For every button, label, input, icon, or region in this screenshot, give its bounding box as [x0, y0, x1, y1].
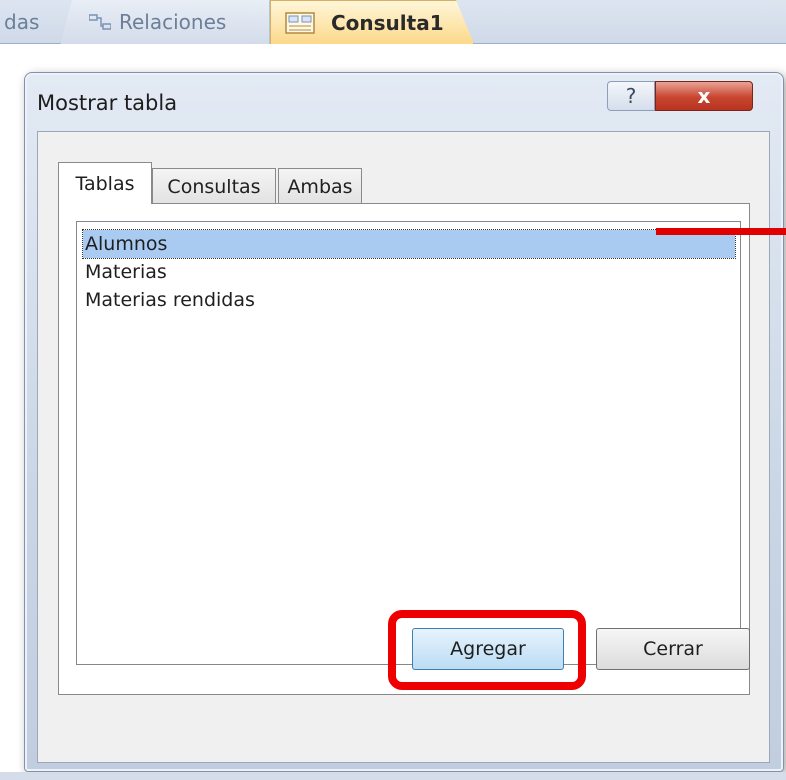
- relationships-icon: [89, 14, 111, 30]
- help-button[interactable]: ?: [607, 81, 655, 111]
- close-window-button[interactable]: x: [655, 81, 753, 111]
- tab-tablas[interactable]: Tablas: [58, 162, 152, 204]
- close-icon: x: [697, 84, 711, 108]
- tab-ambas-label: Ambas: [287, 175, 353, 198]
- doc-tab-relaciones-label: Relaciones: [119, 10, 227, 34]
- tab-ambas[interactable]: Ambas: [278, 168, 362, 204]
- doc-tab-relaciones[interactable]: Relaciones: [60, 0, 270, 44]
- tables-listbox[interactable]: Alumnos Materias Materias rendidas: [76, 221, 741, 665]
- doc-tab-consulta[interactable]: Consulta1: [270, 0, 474, 44]
- doc-tab-partial[interactable]: das: [4, 0, 60, 44]
- list-item-alumnos[interactable]: Alumnos: [82, 229, 736, 259]
- query-icon: [285, 11, 315, 35]
- window-bottom-edge: [0, 772, 786, 780]
- dialog-title: Mostrar tabla: [37, 91, 178, 115]
- tab-consultas-label: Consultas: [167, 175, 261, 198]
- cerrar-button[interactable]: Cerrar: [596, 628, 750, 670]
- list-item-materias-rendidas[interactable]: Materias rendidas: [83, 286, 735, 314]
- doc-tab-partial-label: das: [4, 10, 40, 34]
- help-icon: ?: [625, 84, 637, 108]
- doc-tab-consulta-label: Consulta1: [331, 10, 444, 35]
- list-item-materias[interactable]: Materias: [83, 258, 735, 286]
- tab-consultas[interactable]: Consultas: [152, 168, 276, 204]
- document-tab-strip: das Relaciones Consulta1: [0, 0, 786, 44]
- annotation-highlight-box: [388, 610, 586, 690]
- annotation-pointer-line: [656, 228, 786, 235]
- cerrar-button-label: Cerrar: [643, 638, 703, 660]
- tab-tablas-label: Tablas: [75, 172, 135, 195]
